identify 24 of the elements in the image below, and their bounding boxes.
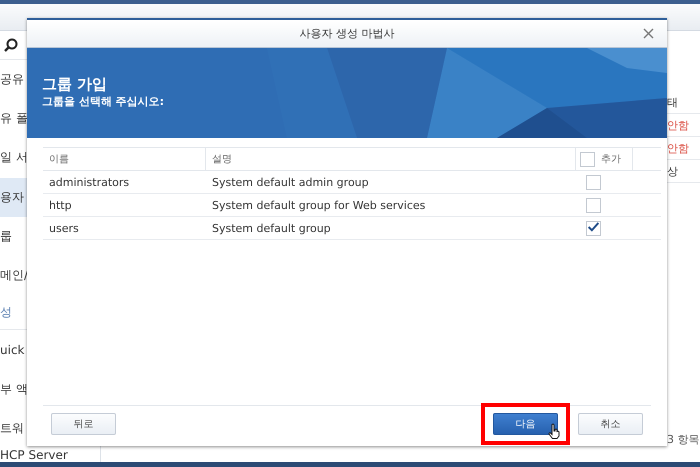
row-checkbox[interactable] xyxy=(586,220,601,236)
wizard-subheading: 그룹을 선택해 주십시오: xyxy=(42,94,164,109)
row-checkbox[interactable] xyxy=(586,174,601,190)
row-checkbox[interactable] xyxy=(586,198,601,212)
hand-cursor-icon xyxy=(548,423,560,439)
table-cell: administrators xyxy=(49,176,130,188)
table-cell: System default group for Web services xyxy=(212,198,426,212)
item-count: 3 항목 xyxy=(667,432,700,448)
dialog-button[interactable]: 취소 xyxy=(578,413,643,435)
close-button[interactable] xyxy=(642,27,655,40)
wizard-heading: 그룹 가입 xyxy=(42,74,108,94)
select-all-checkbox[interactable] xyxy=(580,152,595,166)
table-cell: System default group xyxy=(212,222,331,234)
column-header: 이름 xyxy=(49,153,69,166)
search-icon xyxy=(4,38,18,52)
next-button[interactable]: 다음 xyxy=(493,413,558,435)
sidebar-item[interactable]: HCP Server xyxy=(0,448,100,462)
table-cell: users xyxy=(49,222,79,234)
dialog-title: 사용자 생성 마법사 xyxy=(300,26,394,41)
column-header: 설명 xyxy=(212,153,232,166)
dialog-button[interactable]: 뒤로 xyxy=(51,413,116,435)
table-cell: http xyxy=(49,198,72,212)
column-header: 추가 xyxy=(601,153,621,166)
table-cell: System default admin group xyxy=(212,176,369,188)
